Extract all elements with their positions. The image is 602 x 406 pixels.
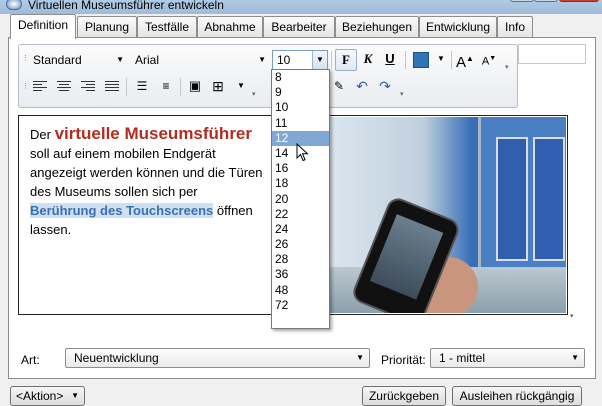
bold-button[interactable]: F [335, 49, 357, 71]
underline-button[interactable]: U [380, 49, 400, 69]
maximize-button[interactable] [534, 0, 558, 2]
font-size-option[interactable]: 9 [272, 85, 329, 100]
title-bar: Virtuellen Museumsführer entwickeln [0, 0, 602, 14]
toolbar-overflow-icon[interactable]: ▾ [505, 63, 513, 73]
font-size-combobox[interactable]: 10 ▼ [272, 50, 328, 70]
font-size-option[interactable]: 10 [272, 100, 329, 115]
editor-text: des Museums sollen sich per [30, 184, 198, 199]
tab-bearbeiter[interactable]: Bearbeiter [263, 16, 335, 37]
font-size-option[interactable]: 18 [272, 176, 329, 191]
font-size-option[interactable]: 28 [272, 252, 329, 267]
art-label: Art: [21, 353, 40, 367]
tab-definition[interactable]: Definition [10, 14, 76, 39]
priority-label: Priorität: [381, 353, 426, 367]
toolbar-extension [518, 44, 586, 64]
toolbar-separator [126, 78, 127, 96]
tab-info[interactable]: Info [497, 16, 533, 37]
highlighted-title-text: virtuelle Museumsführer [54, 124, 253, 143]
redo-icon[interactable]: ↷ [375, 76, 395, 96]
window-title: Virtuellen Museumsführer entwickeln [28, 0, 224, 12]
app-icon [6, 0, 22, 10]
insert-image-icon[interactable]: ▣ [185, 76, 205, 96]
art-select[interactable]: Neuentwicklung ▼ [65, 348, 370, 368]
action-menu-button[interactable]: <Aktion> ▼ [10, 386, 85, 406]
font-color-dropdown-icon[interactable]: ▼ [431, 49, 451, 69]
align-left-icon[interactable] [33, 81, 47, 92]
align-center-icon[interactable] [57, 81, 71, 92]
tab-testfaelle[interactable]: Testfälle [137, 16, 197, 37]
align-right-icon[interactable] [81, 81, 95, 92]
chevron-down-icon: ▼ [116, 55, 124, 64]
chevron-down-icon: ▼ [571, 353, 579, 362]
format-painter-icon[interactable]: ✎ [329, 76, 349, 96]
undo-borrow-button[interactable]: Ausleihen rückgängig [452, 386, 582, 406]
chevron-down-icon[interactable]: ▼ [231, 76, 251, 96]
shrink-font-button[interactable]: A▼ [479, 49, 499, 69]
editor-resize-grip[interactable] [570, 116, 578, 316]
chevron-down-icon: ▼ [258, 55, 266, 64]
selected-text: Berührung des Touchscreens [30, 203, 214, 218]
insert-table-icon[interactable]: ⊞ [208, 76, 228, 96]
toolbar-separator [405, 51, 406, 69]
grow-font-button[interactable]: A▲ [455, 49, 475, 71]
font-size-option[interactable]: 11 [272, 116, 329, 131]
photo-glass-pane [533, 137, 565, 261]
font-size-option[interactable]: 24 [272, 222, 329, 237]
font-value: Arial [135, 53, 160, 67]
font-size-option[interactable]: 8 [272, 70, 329, 85]
italic-button[interactable]: K [358, 49, 378, 69]
font-size-option[interactable]: 22 [272, 207, 329, 222]
font-size-dropdown-list[interactable]: 8 9 10 11 12 14 16 18 20 22 24 26 28 36 … [271, 69, 330, 329]
toolbar-overflow-icon[interactable]: ▾ [400, 90, 408, 100]
chevron-down-icon: ▼ [71, 391, 79, 400]
style-combobox[interactable]: Standard ▼ [28, 50, 128, 68]
return-button[interactable]: Zurückgeben [362, 386, 446, 406]
embedded-photo [328, 117, 566, 313]
align-justify-icon[interactable] [105, 81, 119, 92]
toolbar-grip-icon[interactable]: ⋮ [22, 82, 30, 92]
font-size-option[interactable]: 16 [272, 161, 329, 176]
editor-text: Der [30, 127, 55, 142]
editor-text: öffnen [213, 203, 253, 218]
editor-text: angezeigt werden können und die Türen [30, 165, 263, 180]
chevron-down-icon: ▼ [356, 353, 364, 362]
photo-phone-screen [369, 214, 444, 300]
font-size-option[interactable]: 20 [272, 192, 329, 207]
numbered-list-icon[interactable]: ≡ [156, 76, 176, 96]
priority-select[interactable]: 1 - mittel ▼ [430, 348, 585, 368]
tab-abnahme[interactable]: Abnahme [197, 16, 263, 37]
editor-overflow-icon[interactable]: ▾ [570, 312, 578, 322]
font-combobox[interactable]: Arial ▼ [130, 50, 270, 68]
tab-planung[interactable]: Planung [77, 16, 137, 37]
toolbar-separator [451, 51, 452, 69]
font-size-option[interactable]: 72 [272, 298, 329, 313]
toolbar-separator [331, 51, 332, 69]
editor-content[interactable]: Der virtuelle Museumsführer soll auf ein… [30, 124, 265, 239]
font-size-option[interactable]: 26 [272, 237, 329, 252]
font-size-value: 10 [277, 53, 291, 67]
priority-value: 1 - mittel [439, 351, 486, 365]
editor-text: lassen. [30, 222, 72, 237]
font-size-option[interactable]: 48 [272, 283, 329, 298]
close-button[interactable] [559, 0, 599, 2]
toolbar-separator [180, 78, 181, 96]
minimize-button[interactable] [510, 0, 534, 2]
editor-text: soll auf einem mobilen Endgerät [30, 146, 216, 161]
art-value: Neuentwicklung [74, 351, 159, 365]
chevron-down-icon[interactable]: ▼ [312, 51, 327, 69]
font-size-option[interactable]: 36 [272, 267, 329, 282]
tab-entwicklung[interactable]: Entwicklung [419, 16, 497, 37]
style-value: Standard [33, 53, 82, 67]
undo-icon[interactable]: ↶ [352, 76, 372, 96]
bullet-list-icon[interactable]: ☰ [132, 76, 152, 96]
tab-beziehungen[interactable]: Beziehungen [335, 16, 419, 37]
photo-glass-pane [496, 137, 528, 261]
mouse-cursor-icon [296, 143, 309, 162]
toolbar-overflow-icon[interactable]: ▾ [252, 90, 260, 100]
font-color-swatch[interactable] [413, 52, 429, 68]
